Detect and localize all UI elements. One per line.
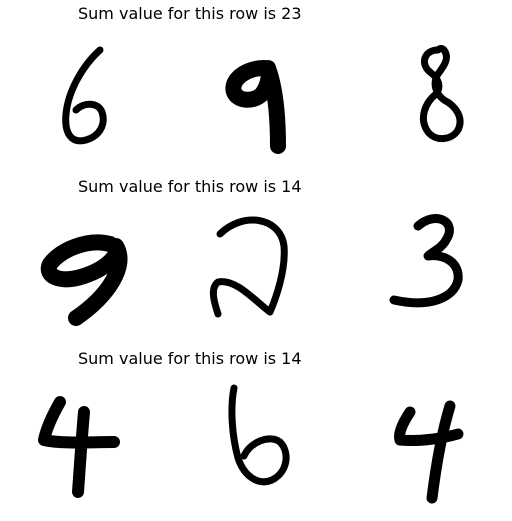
digit-image-r2c2 [206,200,346,340]
digit-image-r1c3 [378,28,512,168]
row-3-title: Sum value for this row is 14 [78,349,302,368]
digit-image-r1c1 [38,28,178,168]
digit-image-r2c1 [38,200,178,340]
digit-image-r3c1 [38,372,178,512]
row-1-title: Sum value for this row is 23 [78,4,302,23]
digit-image-r2c3 [378,200,512,340]
digit-image-r1c2 [206,28,346,168]
digit-image-r3c2 [206,372,346,512]
row-2-title: Sum value for this row is 14 [78,177,302,196]
digit-image-r3c3 [378,372,512,512]
